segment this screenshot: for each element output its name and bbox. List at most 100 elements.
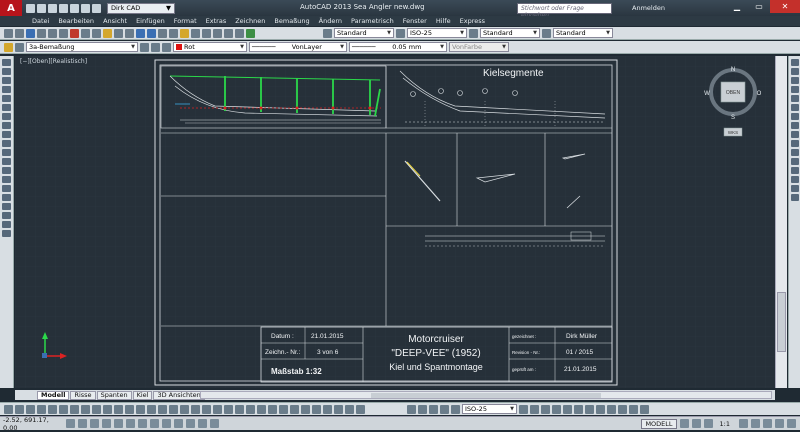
- tool-palettes-icon[interactable]: [202, 28, 211, 38]
- lineweight-icon[interactable]: [174, 419, 183, 428]
- ucs-previous-icon[interactable]: [541, 404, 550, 414]
- move-icon[interactable]: [790, 104, 799, 111]
- menu-aendern[interactable]: Ändern: [319, 17, 342, 25]
- tab-3d-ansichten[interactable]: 3D Ansichten: [153, 390, 205, 400]
- dim-jogged-icon[interactable]: [202, 404, 211, 414]
- design-center-icon[interactable]: [191, 28, 200, 38]
- ortho-icon[interactable]: [26, 404, 35, 414]
- mleader-style-select[interactable]: Standard ▼: [553, 28, 613, 38]
- ucs-x-icon[interactable]: [618, 404, 627, 414]
- region-icon[interactable]: [2, 203, 11, 210]
- ucs-z-icon[interactable]: [640, 404, 649, 414]
- login-button[interactable]: Anmelden: [632, 4, 665, 12]
- sheet-set-icon[interactable]: [213, 28, 222, 38]
- compass-n[interactable]: N: [731, 67, 735, 73]
- workspace-switch-icon[interactable]: [751, 419, 760, 428]
- scroll-thumb[interactable]: [777, 292, 786, 352]
- dim-override-icon[interactable]: [418, 404, 427, 414]
- copy-object-icon[interactable]: [790, 68, 799, 75]
- spline-icon[interactable]: [2, 131, 11, 138]
- ellipse-icon[interactable]: [2, 140, 11, 147]
- mtext-icon[interactable]: [2, 221, 11, 228]
- dim-angular-icon[interactable]: [224, 404, 233, 414]
- chamfer-icon[interactable]: [790, 176, 799, 183]
- trim-icon[interactable]: [790, 140, 799, 147]
- tab-spanten[interactable]: Spanten: [96, 390, 132, 400]
- am-icon[interactable]: [136, 404, 145, 414]
- rectangle-icon[interactable]: [2, 95, 11, 102]
- ucs-view-icon[interactable]: [574, 404, 583, 414]
- save-icon[interactable]: [48, 3, 57, 13]
- dim-style-select[interactable]: ISO-25 ▼: [407, 28, 467, 38]
- new-file-icon[interactable]: [4, 28, 13, 38]
- tab-modell[interactable]: Modell: [37, 390, 70, 400]
- explode-icon[interactable]: [790, 194, 799, 201]
- zoom-previous-icon[interactable]: [169, 28, 178, 38]
- viewport-label[interactable]: [−][Oben][Realistisch]: [20, 58, 87, 65]
- array-icon[interactable]: [790, 95, 799, 102]
- make-current-layer-icon[interactable]: [140, 42, 149, 52]
- dim-style-icon-2[interactable]: [519, 404, 528, 414]
- quick-view-drawings-icon[interactable]: [691, 419, 701, 428]
- dim-text-edit-icon[interactable]: [345, 404, 354, 414]
- qp-icon[interactable]: [114, 404, 123, 414]
- wks-button[interactable]: WKS: [728, 130, 738, 135]
- menu-extras[interactable]: Extras: [206, 17, 227, 25]
- compass-s[interactable]: S: [731, 115, 735, 121]
- help-icon[interactable]: [246, 28, 255, 38]
- close-icon[interactable]: ✕: [770, 0, 800, 13]
- viewcube-face[interactable]: OBEN: [726, 90, 741, 96]
- properties-icon[interactable]: [180, 28, 189, 38]
- menu-bemassung[interactable]: Bemaßung: [274, 17, 309, 25]
- dim-continue-icon[interactable]: [257, 404, 266, 414]
- ellipse-arc-icon[interactable]: [2, 149, 11, 156]
- menu-format[interactable]: Format: [174, 17, 197, 25]
- dim-update-icon[interactable]: [356, 404, 365, 414]
- copy-icon[interactable]: [81, 28, 90, 38]
- minimize-icon[interactable]: ▁: [726, 0, 748, 13]
- tab-kiel[interactable]: Kiel: [132, 390, 153, 400]
- toolbar-lock-icon[interactable]: [763, 419, 772, 428]
- polyline-icon[interactable]: [2, 77, 11, 84]
- menu-hilfe[interactable]: Hilfe: [436, 17, 451, 25]
- cut-icon[interactable]: [70, 28, 79, 38]
- dim-aligned-icon[interactable]: [158, 404, 167, 414]
- revcloud-icon[interactable]: [2, 122, 11, 129]
- selection-cycling-icon[interactable]: [210, 419, 219, 428]
- object-snap-icon[interactable]: [114, 419, 123, 428]
- isolate-objects-icon[interactable]: [775, 419, 784, 428]
- circle-icon[interactable]: [2, 113, 11, 120]
- menu-einfuegen[interactable]: Einfügen: [136, 17, 165, 25]
- horizontal-scrollbar[interactable]: [200, 391, 772, 399]
- ucs-y-icon[interactable]: [629, 404, 638, 414]
- redo-tool-icon[interactable]: [125, 28, 134, 38]
- undo-icon[interactable]: [81, 3, 90, 13]
- menu-ansicht[interactable]: Ansicht: [103, 17, 127, 25]
- open-icon[interactable]: [37, 3, 46, 13]
- zoom-window-icon[interactable]: [158, 28, 167, 38]
- tolerance-icon[interactable]: [290, 404, 299, 414]
- otrack-icon[interactable]: [59, 404, 68, 414]
- menu-parametrisch[interactable]: Parametrisch: [351, 17, 394, 25]
- grid-display-icon[interactable]: [78, 419, 87, 428]
- mirror-icon[interactable]: [790, 77, 799, 84]
- search-input[interactable]: Stichwort oder Frage eingeben: [517, 3, 612, 19]
- dim-style-manager-icon[interactable]: [407, 404, 416, 414]
- compass-o[interactable]: O: [757, 91, 762, 97]
- tab-risse[interactable]: Risse: [70, 390, 96, 400]
- jogged-linear-icon[interactable]: [323, 404, 332, 414]
- workspace-select[interactable]: Dirk CAD ▼: [107, 2, 175, 14]
- 3d-osnap-icon[interactable]: [126, 419, 135, 428]
- lineweight-select[interactable]: ────── 0.05 mm ▼: [349, 42, 447, 52]
- drawing-canvas[interactable]: Kielsegmente Datum: 21.01.2015 Zeichn.-…: [15, 56, 775, 388]
- break-icon[interactable]: [790, 158, 799, 165]
- saveas-icon[interactable]: [59, 3, 68, 13]
- undo-tool-icon[interactable]: [114, 28, 123, 38]
- snap-mode-icon[interactable]: [66, 419, 75, 428]
- menu-datei[interactable]: Datei: [32, 17, 49, 25]
- quick-view-layouts-icon[interactable]: [679, 419, 689, 428]
- inspection-icon[interactable]: [312, 404, 321, 414]
- layer-manager-icon[interactable]: [4, 42, 13, 52]
- dim-radius-icon[interactable]: [191, 404, 200, 414]
- dim-ordinate-icon[interactable]: [180, 404, 189, 414]
